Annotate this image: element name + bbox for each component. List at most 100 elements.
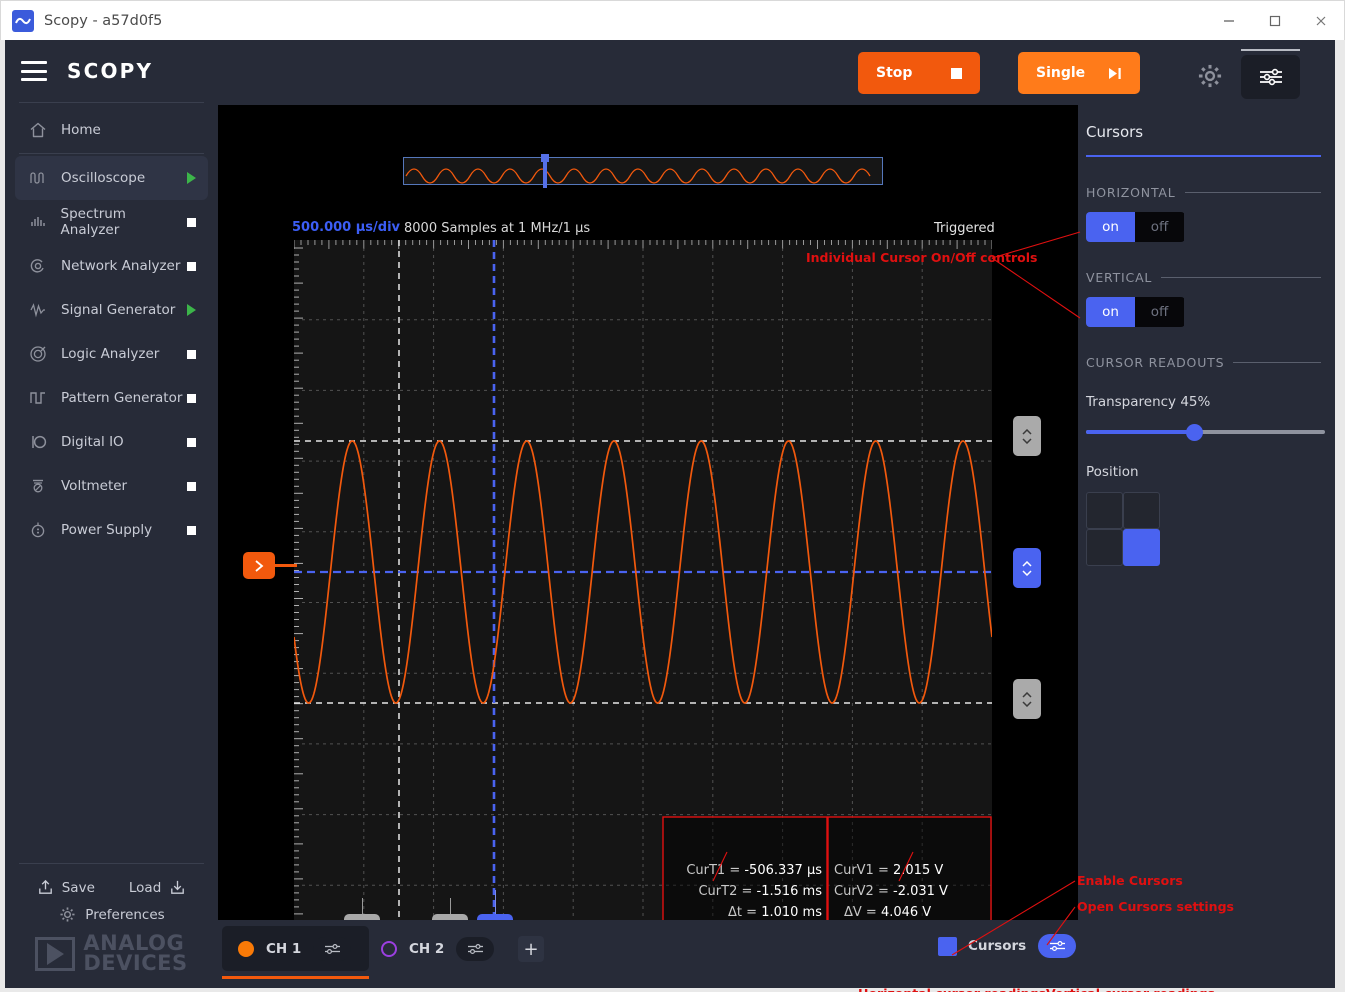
sidebar-item-signal-generator[interactable]: Signal Generator <box>15 288 208 332</box>
preferences-button[interactable]: Preferences <box>5 905 218 924</box>
ch1-color-dot <box>238 940 254 957</box>
voltmeter-icon <box>23 474 53 498</box>
channel-tab-ch1[interactable]: CH 1 <box>222 926 369 971</box>
chevron-up-icon <box>1022 428 1032 435</box>
ch2-label: CH 2 <box>409 940 445 957</box>
overview-waveform <box>405 168 871 184</box>
readout-value: 2.015 V <box>893 863 944 878</box>
chevron-up-icon <box>1022 691 1032 698</box>
vertical-off-option[interactable]: off <box>1135 297 1184 327</box>
waveform-plot[interactable]: CurT1 = -506.337 µs CurT2 = -1.516 ms Δt… <box>294 240 992 961</box>
transparency-slider[interactable] <box>1086 424 1325 441</box>
ch1-offset-line <box>275 564 297 567</box>
position-cell-top-right[interactable] <box>1123 492 1160 529</box>
sidebar-item-network-analyzer[interactable]: Network Analyzer <box>15 244 208 288</box>
cursors-checkbox[interactable] <box>938 936 957 956</box>
horizontal-cursor-toggle[interactable]: on off <box>1086 212 1185 242</box>
readout-row: CurV1 = 2.015 V <box>834 863 944 878</box>
panel-title: Cursors <box>1086 123 1144 141</box>
position-cell-bottom-right[interactable] <box>1123 529 1160 566</box>
status-indicator <box>187 393 196 403</box>
sidebar-item-oscilloscope[interactable]: Oscilloscope <box>15 156 208 200</box>
ch1-active-underline <box>222 976 369 979</box>
readout-value: -1.516 ms <box>756 884 822 899</box>
pattern-generator-icon <box>23 386 53 410</box>
preferences-label: Preferences <box>85 906 165 923</box>
save-button[interactable]: Save <box>36 878 95 897</box>
annotation-open-settings: Open Cursors settings <box>1077 899 1234 914</box>
position-label: Position <box>1086 464 1139 480</box>
ch1-settings-button[interactable] <box>313 936 352 961</box>
sample-rate-label: 8000 Samples at 1 MHz/1 µs <box>404 221 591 236</box>
sidebar-item-digital-io[interactable]: Digital IO <box>15 420 208 464</box>
maximize-button[interactable] <box>1252 1 1298 40</box>
gear-icon <box>60 907 75 922</box>
status-indicator <box>187 481 196 491</box>
timebase-label: 500.000 µs/div <box>292 220 401 235</box>
status-indicator <box>187 172 196 184</box>
status-indicator <box>187 261 196 271</box>
position-cell-top-left[interactable] <box>1086 492 1123 529</box>
close-button[interactable] <box>1298 1 1344 40</box>
readout-name: CurV1 <box>834 863 874 878</box>
sidebar-item-power-supply[interactable]: Power Supply <box>15 508 208 552</box>
channel-tab-ch2[interactable]: CH 2 <box>369 926 509 971</box>
add-channel-button[interactable]: + <box>518 936 544 962</box>
readout-row: CurT1 = -506.337 µs <box>686 863 822 878</box>
vertical-cursor-toggle[interactable]: on off <box>1086 297 1185 327</box>
digital-io-icon <box>23 430 53 454</box>
settings-panel-toggle[interactable] <box>1241 55 1300 99</box>
readout-row: CurT2 = -1.516 ms <box>698 884 822 899</box>
cursor-v2-handle[interactable] <box>1013 679 1041 719</box>
minimize-button[interactable] <box>1206 1 1252 40</box>
scopy-logo: SCOPY <box>67 59 154 83</box>
ch2-settings-button[interactable] <box>456 936 495 961</box>
plot-region: 500.000 µs/div 8000 Samples at 1 MHz/1 µ… <box>218 105 1215 992</box>
overview-position-handle[interactable] <box>541 154 549 162</box>
load-button[interactable]: Load <box>129 878 187 897</box>
nav-stem <box>450 898 451 915</box>
readouts-section-label: CURSOR READOUTS <box>1086 355 1225 370</box>
cursors-settings-button[interactable] <box>1038 934 1077 958</box>
sliders-icon <box>324 943 340 954</box>
sidebar-item-logic-analyzer[interactable]: Logic Analyzer <box>15 332 208 376</box>
readout-position-grid[interactable] <box>1086 492 1160 566</box>
readout-value: 1.010 ms <box>761 905 822 920</box>
readouts-section-header: CURSOR READOUTS <box>1086 355 1321 370</box>
channel-offset-handle[interactable] <box>1013 548 1041 588</box>
horizontal-on-option[interactable]: on <box>1086 212 1135 242</box>
sidebar-item-label: Signal Generator <box>61 302 176 318</box>
cursors-settings-panel: Cursors HORIZONTAL on off VERTICAL on of… <box>1078 105 1335 988</box>
sidebar-item-label: Network Analyzer <box>61 258 181 274</box>
hamburger-icon[interactable] <box>21 61 47 81</box>
cursors-control-group: Cursors <box>938 934 1077 958</box>
sidebar-item-home[interactable]: Home <box>15 107 208 153</box>
section-rule <box>1161 277 1321 278</box>
sidebar-item-pattern-generator[interactable]: Pattern Generator <box>15 376 208 420</box>
power-supply-icon <box>23 518 53 542</box>
window-titlebar: Scopy - a57d0f5 <box>0 0 1345 40</box>
sidebar-nav: Oscilloscope Spectrum Analyzer Network A… <box>5 156 218 552</box>
cursor-v1-handle[interactable] <box>1013 416 1041 456</box>
section-rule <box>1233 362 1321 363</box>
download-icon <box>171 880 185 894</box>
status-indicator <box>187 304 196 316</box>
ch1-offset-handle[interactable] <box>243 552 275 579</box>
waveform-overview[interactable] <box>403 154 883 188</box>
vertical-on-option[interactable]: on <box>1086 297 1135 327</box>
app-logo-icon <box>12 9 34 32</box>
spectrum-analyzer-icon <box>23 210 53 234</box>
chevron-up-icon <box>1022 560 1032 567</box>
single-button[interactable]: Single <box>1018 52 1140 94</box>
sidebar-item-label: Spectrum Analyzer <box>60 206 126 238</box>
trigger-status-label: Triggered <box>934 221 995 236</box>
sidebar-item-spectrum-analyzer[interactable]: Spectrum Analyzer <box>15 200 208 244</box>
slider-knob[interactable] <box>1186 424 1203 441</box>
stop-button[interactable]: Stop <box>858 52 980 94</box>
preferences-gear-icon[interactable] <box>1196 62 1224 90</box>
sidebar-item-voltmeter[interactable]: Voltmeter <box>15 464 208 508</box>
horizontal-off-option[interactable]: off <box>1135 212 1184 242</box>
position-cell-bottom-left[interactable] <box>1086 529 1123 566</box>
chevron-down-icon <box>1022 569 1032 576</box>
chevron-down-icon <box>1022 700 1032 707</box>
